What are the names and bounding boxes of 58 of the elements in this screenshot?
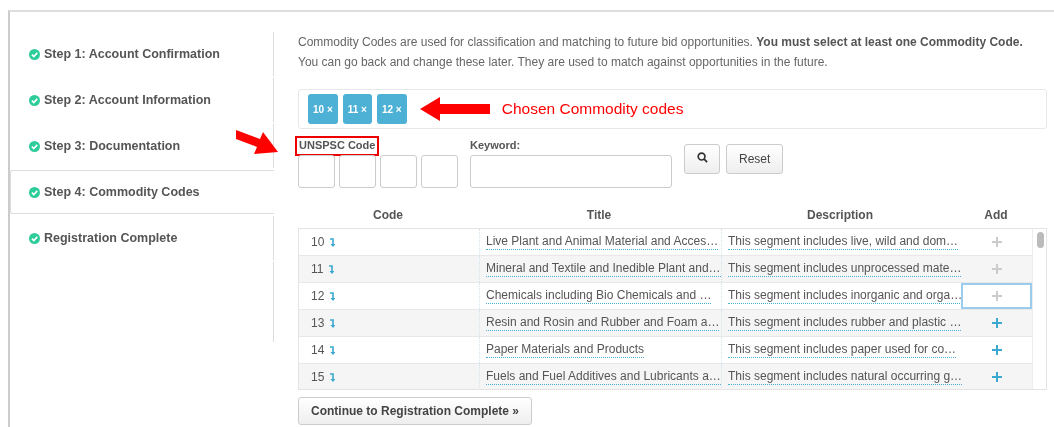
code-segment-field[interactable] — [421, 155, 458, 188]
drill-down-icon[interactable] — [330, 318, 336, 328]
title-link[interactable]: Paper Materials and Products — [486, 342, 645, 358]
reset-button[interactable]: Reset — [726, 144, 784, 174]
add-button[interactable] — [961, 283, 1032, 309]
description-link[interactable]: This segment includes rubber and plastic … — [728, 315, 962, 331]
drill-down-icon[interactable] — [330, 372, 336, 382]
search-icon — [696, 152, 708, 163]
column-header: Title — [585, 208, 613, 222]
title-link[interactable]: Chemicals including Bio Chemicals and … — [486, 288, 712, 304]
check-circle-icon — [29, 232, 40, 244]
code-text: 15 — [311, 370, 325, 384]
plus-icon — [991, 372, 1002, 382]
title-link[interactable]: Resin and Rosin and Rubber and Foam a… — [486, 315, 720, 331]
plus-icon — [991, 291, 1002, 301]
plus-icon — [991, 264, 1002, 274]
title-link[interactable]: Fuels and Fuel Additives and Lubricants a… — [486, 369, 721, 385]
annotation-text: Chosen Commodity codes — [501, 100, 684, 118]
description-link[interactable]: This segment includes unprocessed mate… — [728, 261, 962, 277]
field-label: Keyword: — [470, 139, 521, 153]
arrow-icon — [419, 96, 490, 122]
search-button[interactable] — [684, 144, 720, 174]
drill-down-icon[interactable] — [330, 345, 336, 355]
code-segment-field[interactable] — [339, 155, 376, 188]
drill-down-icon[interactable] — [329, 264, 335, 274]
code-text: 11 — [311, 262, 324, 276]
drill-down-icon[interactable] — [330, 291, 336, 301]
column-header: Description — [806, 208, 874, 222]
drill-down-icon[interactable] — [330, 237, 336, 247]
step-tab[interactable]: Step 2: Account Information — [10, 78, 274, 122]
code-text: 12 — [311, 289, 325, 303]
continue-button[interactable]: Continue to Registration Complete » — [298, 397, 532, 425]
scrollbar-thumb[interactable] — [1037, 232, 1044, 248]
plus-icon — [991, 318, 1002, 328]
description-link[interactable]: This segment includes natural occurring g… — [728, 369, 963, 385]
code-segment-field[interactable] — [380, 155, 417, 188]
column-header: Code — [372, 208, 404, 222]
step-tab[interactable]: Step 1: Account Confirmation — [10, 32, 274, 76]
code-text: 10 — [311, 235, 325, 249]
plus-icon — [991, 237, 1002, 247]
check-circle-icon — [29, 48, 40, 60]
code-segment-field[interactable] — [298, 155, 335, 188]
step-tab[interactable]: Step 4: Commodity Codes — [10, 170, 274, 214]
step-tab[interactable]: Registration Complete — [10, 216, 274, 260]
field-label: UNSPSC Code — [298, 139, 377, 153]
title-link[interactable]: Mineral and Textile and Inedible Plant and… — [486, 261, 721, 277]
column-header: Add — [983, 208, 1009, 222]
intro-text: Commodity Codes are used for classification and matching to future bid opportunities. You must select at least one Commodity Code. You can go back and change these later. They are used to match against opportunities in the future. — [298, 34, 1024, 71]
plus-icon — [991, 345, 1002, 355]
description-link[interactable]: This segment includes live, wild and dom… — [728, 234, 959, 250]
title-link[interactable]: Live Plant and Animal Material and Acces… — [486, 234, 719, 250]
check-circle-icon — [29, 94, 40, 106]
code-text: 13 — [311, 316, 325, 330]
code-text: 14 — [311, 343, 325, 357]
check-circle-icon — [29, 186, 40, 198]
keyword-field[interactable] — [470, 155, 672, 188]
check-circle-icon — [29, 140, 40, 152]
description-link[interactable]: This segment includes paper used for co… — [728, 342, 957, 358]
